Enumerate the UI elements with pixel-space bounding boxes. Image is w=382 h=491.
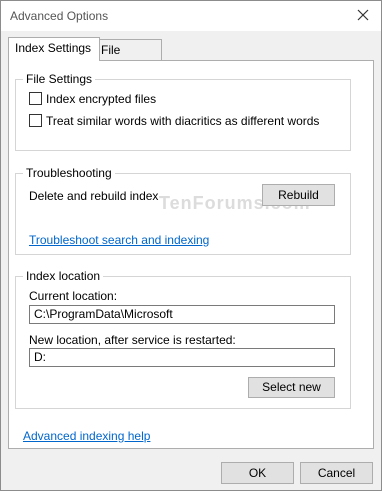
index-location-legend: Index location bbox=[23, 269, 104, 283]
tab-index-settings[interactable]: Index Settings bbox=[8, 37, 100, 61]
advanced-indexing-help-link[interactable]: Advanced indexing help bbox=[23, 429, 150, 443]
index-encrypted-checkbox[interactable] bbox=[29, 92, 42, 105]
ok-button[interactable]: OK bbox=[221, 462, 294, 484]
index-encrypted-label: Index encrypted files bbox=[46, 92, 157, 106]
troubleshoot-link[interactable]: Troubleshoot search and indexing bbox=[29, 233, 209, 247]
close-icon[interactable] bbox=[355, 7, 371, 23]
diacritics-checkbox[interactable] bbox=[29, 114, 42, 127]
index-settings-panel: TenForums.com File Settings Index encryp… bbox=[8, 60, 374, 449]
diacritics-label: Treat similar words with diacritics as d… bbox=[46, 114, 320, 128]
tab-file-types[interactable]: File Types bbox=[94, 39, 162, 77]
diacritics-checkbox-row[interactable]: Treat similar words with diacritics as d… bbox=[29, 114, 319, 128]
file-settings-group: File Settings Index encrypted files Trea… bbox=[15, 72, 351, 151]
file-settings-legend: File Settings bbox=[23, 72, 96, 86]
troubleshooting-group: Troubleshooting Delete and rebuild index… bbox=[15, 166, 351, 255]
rebuild-description: Delete and rebuild index bbox=[29, 189, 159, 203]
title-bar: Advanced Options bbox=[1, 1, 381, 31]
cancel-button[interactable]: Cancel bbox=[300, 462, 373, 484]
select-new-button[interactable]: Select new bbox=[248, 377, 335, 398]
new-location-field: D: bbox=[29, 348, 335, 367]
index-location-group: Index location Current location: C:\Prog… bbox=[15, 269, 351, 409]
advanced-options-dialog: Advanced Options Index Settings File Typ… bbox=[0, 0, 382, 491]
current-location-field: C:\ProgramData\Microsoft bbox=[29, 305, 335, 324]
troubleshooting-legend: Troubleshooting bbox=[23, 166, 115, 180]
index-encrypted-checkbox-row[interactable]: Index encrypted files bbox=[29, 92, 156, 106]
current-location-label: Current location: bbox=[29, 289, 118, 303]
window-title: Advanced Options bbox=[10, 9, 109, 23]
new-location-label: New location, after service is restarted… bbox=[29, 333, 236, 347]
rebuild-button[interactable]: Rebuild bbox=[262, 184, 335, 206]
